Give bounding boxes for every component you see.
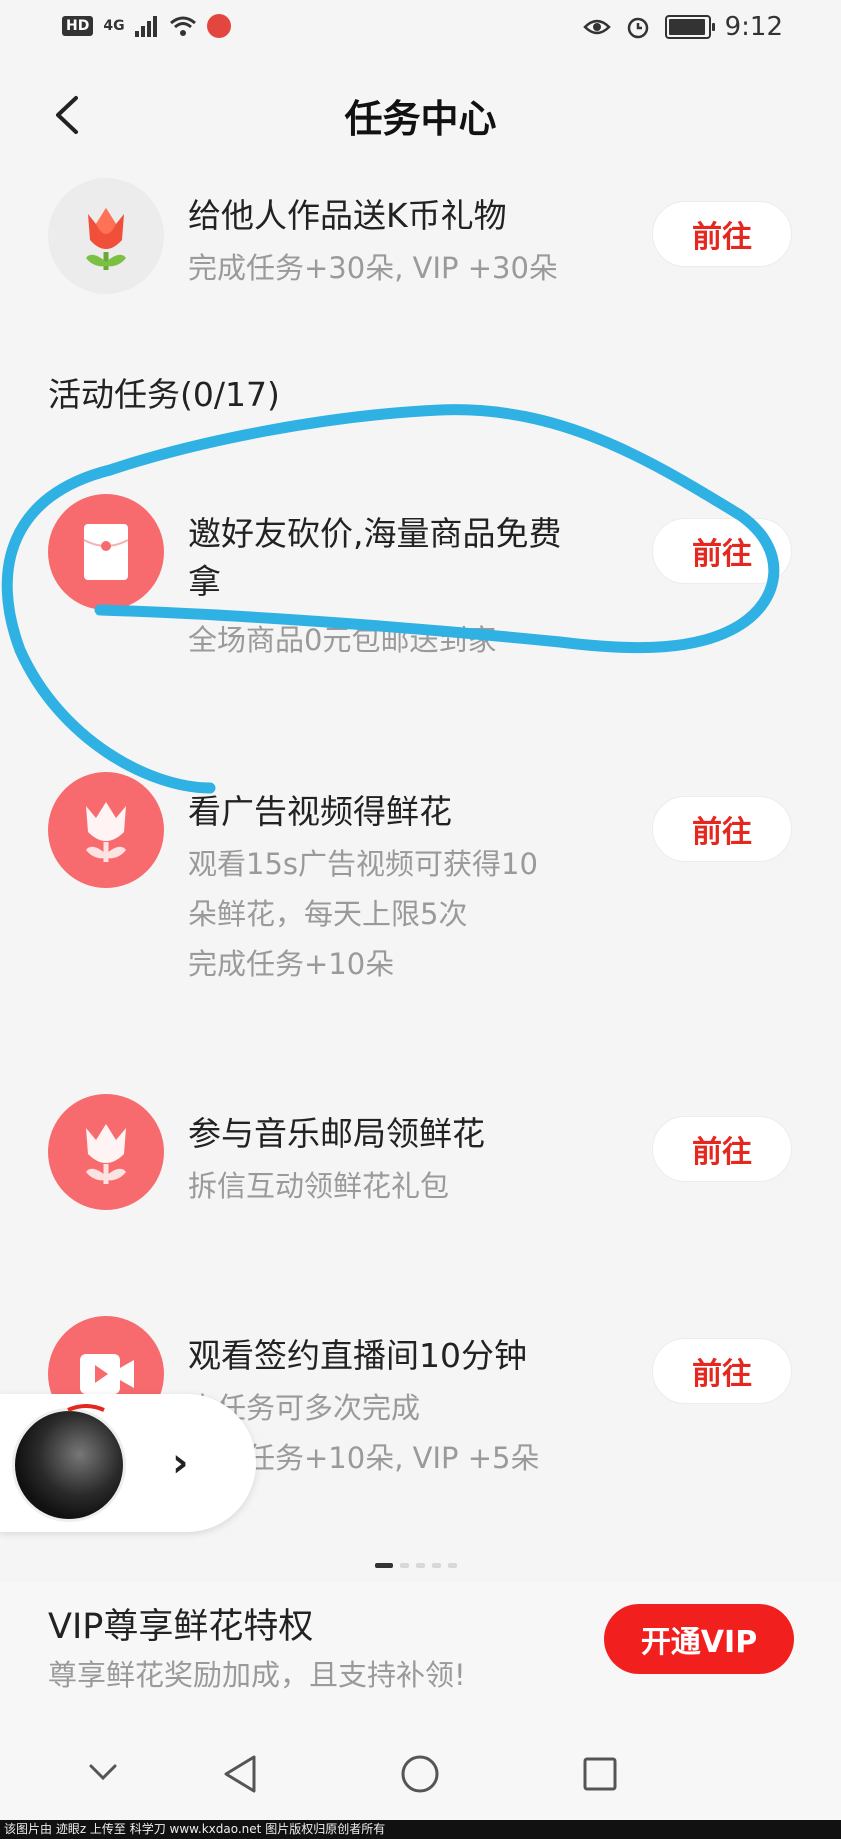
- task-name: 给他人作品送K币礼物: [188, 196, 507, 235]
- task-description: 拆信互动领鲜花礼包: [188, 1169, 450, 1203]
- task-description: 朵鲜花，每天上限5次: [188, 897, 468, 931]
- chevron-right-icon[interactable]: ›: [172, 1440, 188, 1486]
- carousel-dot-active: [375, 1563, 393, 1568]
- battery-icon: [664, 15, 715, 39]
- carousel-indicator: [375, 1563, 457, 1568]
- carousel-dot: [416, 1563, 425, 1568]
- go-button[interactable]: 前往: [652, 1338, 792, 1404]
- go-button[interactable]: 前往: [652, 1116, 792, 1182]
- red-envelope-icon: [83, 524, 129, 580]
- vip-subtitle: 尊享鲜花奖励加成，且支持补领!: [48, 1658, 466, 1692]
- vip-banner: VIP尊享鲜花特权 尊享鲜花奖励加成，且支持补领! 开通VIP: [0, 1582, 841, 1734]
- alarm-icon: [627, 17, 648, 39]
- app-notification-icon: [206, 14, 231, 38]
- video-camera-icon: [80, 1354, 134, 1394]
- open-vip-button[interactable]: 开通VIP: [604, 1604, 794, 1674]
- task-name: 看广告视频得鲜花: [188, 792, 452, 831]
- go-button[interactable]: 前往: [652, 796, 792, 862]
- task-description: 全场商品0元包邮送到家: [188, 623, 497, 657]
- task-reward: 完成任务+10朵: [188, 947, 395, 981]
- task-icon-container: [48, 772, 164, 888]
- task-name: 参与音乐邮局领鲜花: [188, 1114, 485, 1153]
- home-circle-icon[interactable]: [400, 1754, 440, 1794]
- task-name: 邀好友砍价,海量商品免费: [188, 514, 562, 553]
- task-icon-container: [48, 494, 164, 610]
- chevron-down-icon[interactable]: [88, 1762, 118, 1782]
- carousel-dot: [432, 1563, 441, 1568]
- task-description: 观看15s广告视频可获得10: [188, 847, 538, 881]
- task-name-continued: 拿: [188, 562, 221, 601]
- signal-icon: [134, 16, 157, 37]
- header: 任务中心: [0, 66, 841, 166]
- task-icon-container: [48, 1094, 164, 1210]
- task-icon-container: [48, 178, 164, 294]
- status-left: HD 4G: [62, 14, 231, 38]
- task-item: 参与音乐邮局领鲜花 拆信互动领鲜花礼包 前往: [0, 1094, 841, 1224]
- page-title: 任务中心: [344, 97, 497, 141]
- back-triangle-icon[interactable]: [222, 1754, 258, 1794]
- flower-icon: [86, 1124, 126, 1184]
- tulip-icon: [86, 208, 126, 270]
- watermark-footer: 该图片由 迹眼z 上传至 科学刀 www.kxdao.net 图片版权归原创者所…: [0, 1820, 841, 1839]
- system-nav-bar: [0, 1734, 841, 1820]
- task-item: 给他人作品送K币礼物 完成任务+30朵, VIP +30朵 前往: [0, 176, 841, 306]
- go-button[interactable]: 前往: [652, 518, 792, 584]
- carousel-dot: [448, 1563, 457, 1568]
- task-description: 完成任务+30朵, VIP +30朵: [188, 251, 558, 285]
- task-item: 看广告视频得鲜花 观看15s广告视频可获得10 朵鲜花，每天上限5次 完成任务+…: [0, 772, 841, 992]
- eye-icon: [582, 19, 611, 35]
- go-button[interactable]: 前往: [652, 201, 792, 267]
- avatar[interactable]: [12, 1408, 126, 1522]
- flower-icon: [86, 802, 126, 862]
- floating-mini-player[interactable]: ›: [0, 1394, 256, 1532]
- status-right: 9:12: [582, 12, 783, 42]
- task-name: 观看签约直播间10分钟: [188, 1336, 527, 1375]
- vip-title: VIP尊享鲜花特权: [48, 1607, 314, 1647]
- clock: 9:12: [724, 12, 783, 42]
- network-label: 4G: [103, 18, 125, 34]
- wifi-icon: [169, 16, 196, 36]
- hd-badge: HD: [62, 16, 94, 36]
- recents-square-icon[interactable]: [582, 1756, 618, 1792]
- status-bar: HD 4G 9:12: [0, 0, 841, 58]
- progress-ring-icon: [67, 1404, 105, 1412]
- section-title: 活动任务(0/17): [48, 375, 280, 414]
- carousel-dot: [400, 1563, 409, 1568]
- task-item: 邀好友砍价,海量商品免费 拿 全场商品0元包邮送到家 前往: [0, 494, 841, 664]
